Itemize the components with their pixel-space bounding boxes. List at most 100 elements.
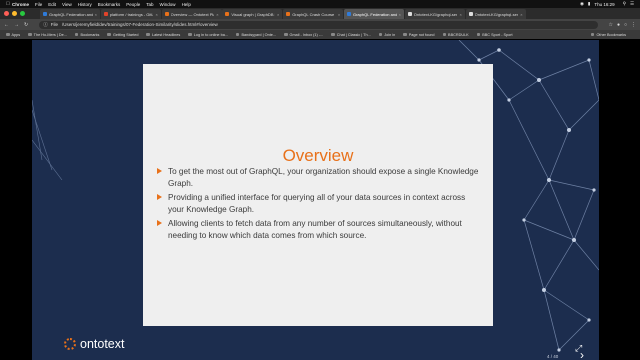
- bullet-arrow-icon: [157, 168, 162, 174]
- bookmark-label: BBCRDULK: [448, 32, 469, 37]
- slide-title: Overview: [282, 146, 354, 165]
- menu-help[interactable]: Help: [182, 2, 191, 7]
- slide-number: 4 / 40: [547, 354, 559, 359]
- bookmark-item[interactable]: Getting Started: [107, 33, 138, 37]
- bookmark-favicon-icon: [188, 32, 192, 37]
- bookmark-favicon-icon: [235, 32, 240, 37]
- menu-edit[interactable]: Edit: [48, 2, 56, 7]
- browser-tab[interactable]: platform / trainings - GitLab ×: [100, 9, 161, 19]
- bookmark-item[interactable]: Page not found: [403, 32, 435, 37]
- tab-title: Ontotext-KG/graphql-sem: [413, 11, 458, 17]
- menu-tab[interactable]: Tab: [146, 2, 153, 7]
- profile-icon[interactable]: ○: [624, 22, 627, 28]
- tab-favicon-icon: [346, 12, 351, 16]
- menu-view[interactable]: View: [62, 2, 72, 7]
- slide-content-card: Overview To get the most out of GraphQL,…: [143, 64, 493, 326]
- bookmark-favicon-icon: [331, 32, 335, 37]
- tab-title: GraphQL Crash Course: [292, 11, 335, 17]
- folder-icon: [590, 32, 595, 37]
- close-tab-icon[interactable]: ×: [520, 12, 522, 17]
- menu-bookmarks[interactable]: Bookmarks: [98, 2, 121, 7]
- bookmark-label: Page not found: [408, 32, 435, 37]
- bookmarks-bar: Apps The Ho-Mers | De... Bookmarks Getti…: [0, 30, 640, 39]
- bullet-arrow-icon: [157, 194, 162, 201]
- search-icon[interactable]: ⚲: [623, 1, 626, 7]
- apps-icon: [6, 32, 10, 37]
- close-tab-icon[interactable]: ×: [155, 12, 157, 17]
- bookmark-favicon-icon: [442, 32, 447, 37]
- bookmark-item[interactable]: Bandsyyard | Onte...: [235, 32, 277, 37]
- bookmark-favicon-icon: [284, 32, 288, 37]
- more-icon[interactable]: ⋮: [631, 22, 636, 28]
- bullet-list: To get the most out of GraphQL, your org…: [157, 166, 479, 245]
- window-edge: [599, 40, 640, 360]
- forward-icon[interactable]: →: [14, 22, 19, 28]
- tab-favicon-icon: [164, 12, 169, 16]
- tab-strip: GraphQL Federation and × platform / trai…: [0, 8, 640, 19]
- bookmark-favicon-icon: [476, 32, 481, 37]
- bookmark-other[interactable]: Other Bookmarks: [590, 32, 626, 37]
- close-tab-icon[interactable]: ×: [338, 12, 340, 17]
- bookmark-label: Bookmarks: [80, 32, 100, 37]
- bookmark-item[interactable]: Log in to online ba...: [188, 33, 228, 37]
- battery-icon[interactable]: ▮: [588, 1, 590, 7]
- browser-tab[interactable]: Ontotext-KG/graphql-sem ×: [404, 9, 465, 19]
- browser-tab[interactable]: GraphQL Crash Course ×: [283, 9, 344, 19]
- menu-history[interactable]: History: [78, 2, 92, 7]
- menu-window[interactable]: Window: [160, 2, 176, 7]
- bookmark-item[interactable]: Latest Headlines: [146, 33, 180, 37]
- window-controls: [4, 11, 25, 16]
- tab-favicon-icon: [225, 12, 230, 16]
- close-tab-icon[interactable]: ×: [95, 12, 97, 17]
- mouse-cursor-icon: ⤢: [575, 343, 583, 353]
- info-icon[interactable]: ⓘ: [43, 22, 48, 28]
- url-field[interactable]: ⓘ File /Users/jeremyfield/dev/trainings/…: [39, 20, 599, 29]
- tab-title: GraphQL Federation and: [49, 11, 93, 17]
- presentation-slide: Overview To get the most out of GraphQL,…: [32, 40, 599, 360]
- browser-tab[interactable]: Visual graph | GraphDB Fr ×: [222, 9, 283, 19]
- browser-tab[interactable]: Ontotext-KG/graphql-sem ×: [465, 9, 526, 19]
- bullet-arrow-icon: [157, 220, 162, 227]
- bookmark-item[interactable]: BBCRDULK: [442, 32, 469, 37]
- bookmark-label: Chat | Classic | Th...: [336, 32, 371, 37]
- extension-icon[interactable]: ●: [617, 22, 620, 28]
- wifi-icon[interactable]: ◉: [580, 1, 584, 7]
- tab-favicon-icon: [286, 12, 291, 16]
- url-text: /Users/jeremyfield/dev/trainings/07-Fede…: [61, 22, 218, 27]
- bookmark-label: The Ho-Mers | De...: [33, 32, 67, 37]
- bookmark-label: Bandsyyard | Onte...: [241, 32, 277, 37]
- browser-tab[interactable]: GraphQL Federation and ×: [40, 9, 100, 19]
- bookmark-label: BBC Sport - Sport: [482, 32, 513, 37]
- bullet-text: Providing a unified interface for queryi…: [168, 193, 466, 214]
- list-icon[interactable]: ☰: [630, 1, 634, 7]
- bookmark-item[interactable]: Gmail - Inbox (1) -...: [284, 33, 323, 37]
- close-tab-icon[interactable]: ×: [277, 12, 279, 17]
- tab-favicon-icon: [468, 12, 473, 16]
- minimize-window-icon[interactable]: [12, 11, 17, 16]
- close-window-icon[interactable]: [4, 11, 9, 16]
- menu-people[interactable]: People: [126, 2, 140, 7]
- menu-file[interactable]: File: [35, 2, 42, 7]
- menu-app-name[interactable]: Chrome: [12, 2, 29, 7]
- browser-tab-active[interactable]: GraphQL Federation and ×: [343, 9, 404, 19]
- close-tab-icon[interactable]: ×: [399, 12, 401, 17]
- back-icon[interactable]: ←: [4, 22, 9, 28]
- bookmark-item[interactable]: The Ho-Mers | De...: [28, 33, 67, 37]
- tab-favicon-icon: [407, 12, 412, 16]
- bookmark-item[interactable]: BBC Sport - Sport: [476, 32, 513, 37]
- bookmark-apps[interactable]: Apps: [6, 33, 20, 37]
- menu-clock[interactable]: Thu 16:29: [594, 2, 614, 7]
- folder-icon: [74, 32, 79, 37]
- bookmark-item[interactable]: Chat | Classic | Th...: [331, 32, 371, 37]
- close-tab-icon[interactable]: ×: [216, 12, 218, 17]
- star-icon[interactable]: ☆: [608, 22, 612, 28]
- maximize-window-icon[interactable]: [20, 11, 25, 16]
- bookmark-item[interactable]: Bookmarks: [74, 32, 100, 37]
- bullet-text: Allowing clients to fetch data from any …: [168, 219, 462, 240]
- bookmark-favicon-icon: [403, 32, 407, 37]
- tab-title: Overview — Ontotext Pla: [170, 11, 215, 17]
- close-tab-icon[interactable]: ×: [459, 12, 461, 17]
- browser-tab[interactable]: Overview — Ontotext Pla ×: [161, 9, 222, 19]
- reload-icon[interactable]: ↻: [24, 22, 28, 28]
- bookmark-item[interactable]: Join in: [378, 33, 395, 37]
